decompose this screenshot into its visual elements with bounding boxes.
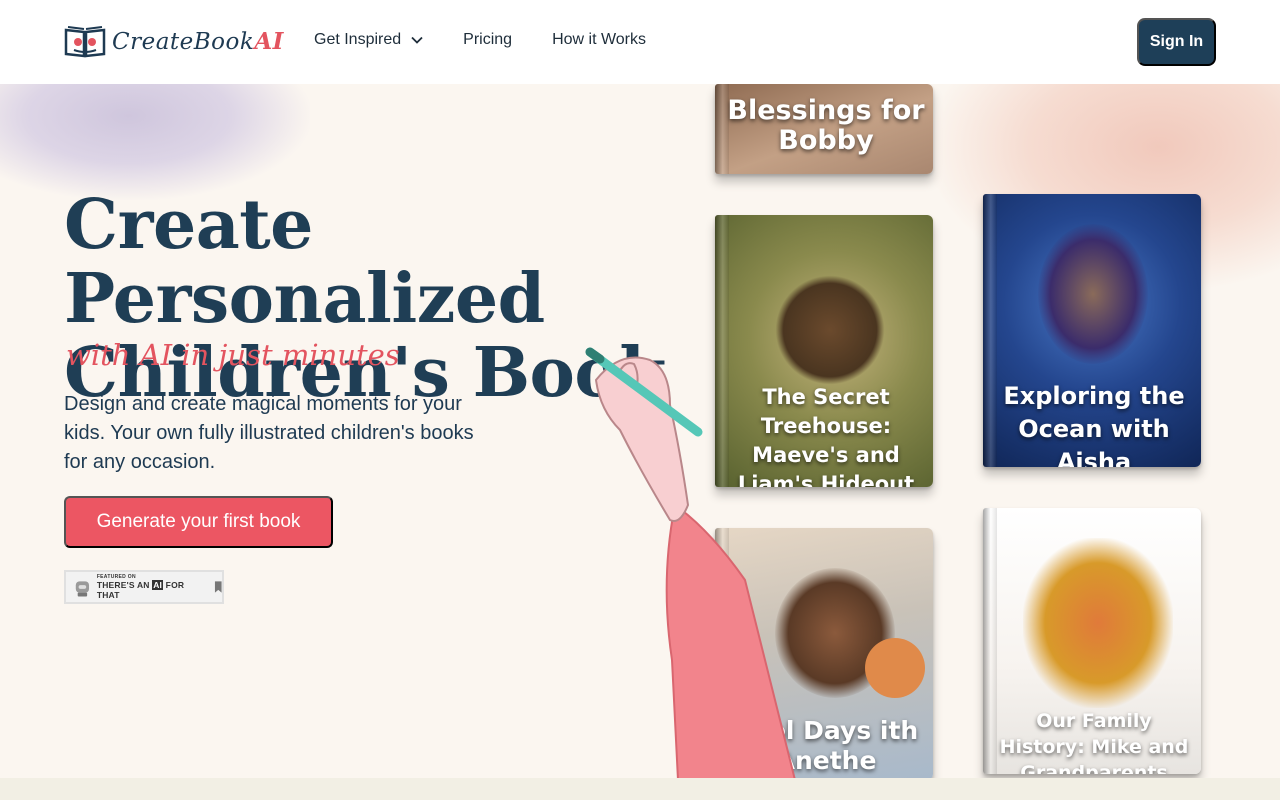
nav-pricing[interactable]: Pricing [463,31,512,49]
theres-an-ai-for-that-badge[interactable]: FEATURED ON THERE'S AN AI FOR THAT [64,570,224,604]
brand-name-ai: AI [254,27,284,55]
nav-get-inspired-label: Get Inspired [314,31,402,48]
nav-pricing-label: Pricing [463,31,513,48]
book-cover-exploring-the-ocean[interactable]: Exploring the Ocean with Aisha [983,194,1201,467]
nav-how-it-works[interactable]: How it Works [552,31,646,49]
book-cover-blessings-for-bobby[interactable]: Blessings for Bobby [715,84,933,174]
book-title: Blessings for Bobby [727,95,925,156]
nav-get-inspired[interactable]: Get Inspired [314,31,423,49]
badge-text: FEATURED ON THERE'S AN AI FOR THAT [97,574,204,600]
brand-name-main: CreateBook [112,28,255,55]
book-title: Our Family History: Mike and Grandparent… [999,710,1189,774]
chevron-down-icon [411,36,423,44]
brand-name: CreateBookAI [112,28,284,55]
brand-logo[interactable]: CreateBookAI [64,24,284,58]
hero-subtitle: with AI in just minutes [66,338,400,372]
hero-title-line-1: Create Personalized [64,185,545,339]
book-title: Exploring the Ocean with Aisha [1003,382,1185,467]
mermaid-illustration [1038,224,1148,364]
sign-in-button[interactable]: Sign In [1137,18,1216,66]
hero-description: Design and create magical moments for yo… [64,393,474,473]
book-heart-logo-icon [64,26,106,58]
badge-main-prefix: THERE'S AN [96,580,153,590]
section-divider [0,778,1280,800]
generate-first-book-button[interactable]: Generate your first book [64,496,333,548]
orange-ball-illustration [865,638,925,698]
badge-main-text: THERE'S AN AI FOR THAT [97,580,204,600]
book-cover-our-family-history[interactable]: Our Family History: Mike and Grandparent… [983,508,1201,774]
grandparents-illustration [1023,538,1173,708]
main-nav: Get Inspired Pricing How it Works [314,31,646,49]
site-header: CreateBookAI Get Inspired Pricing How it… [0,0,1280,84]
arm-with-pen-illustration [585,347,797,780]
bookmark-icon [214,581,222,593]
nav-how-it-works-label: How it Works [552,31,646,48]
badge-main-highlight: AI [152,580,164,590]
robot-icon [75,581,90,597]
